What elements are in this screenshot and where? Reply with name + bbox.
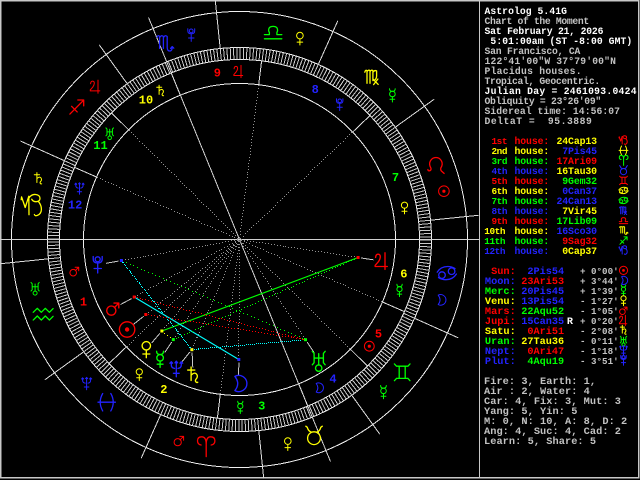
svg-text:7: 7 bbox=[392, 171, 399, 185]
svg-text:house:: house: bbox=[515, 246, 550, 257]
svg-text:3: 3 bbox=[258, 400, 265, 414]
svg-text:4Aqu19: 4Aqu19 bbox=[521, 357, 564, 368]
svg-text:10: 10 bbox=[139, 94, 153, 108]
svg-text:12th: 12th bbox=[484, 246, 506, 257]
svg-text:8: 8 bbox=[312, 83, 319, 97]
svg-text:2: 2 bbox=[160, 383, 167, 397]
svg-text:Learn: 5, Share: 5: Learn: 5, Share: 5 bbox=[484, 436, 596, 448]
svg-text:DeltaT = 95.3889: DeltaT = 95.3889 bbox=[485, 116, 593, 127]
svg-text:- 3°51': - 3°51' bbox=[580, 356, 619, 367]
svg-text:1: 1 bbox=[80, 295, 87, 309]
svg-text:4: 4 bbox=[329, 373, 336, 387]
svg-text:Plut:: Plut: bbox=[485, 356, 516, 368]
svg-text:5: 5 bbox=[375, 327, 382, 341]
svg-text:6: 6 bbox=[400, 268, 407, 282]
svg-text:0Cap37: 0Cap37 bbox=[557, 246, 598, 257]
svg-text:R: R bbox=[567, 317, 574, 328]
svg-text:12: 12 bbox=[68, 199, 82, 213]
svg-text:11: 11 bbox=[93, 139, 107, 153]
svg-text:9: 9 bbox=[214, 67, 221, 81]
